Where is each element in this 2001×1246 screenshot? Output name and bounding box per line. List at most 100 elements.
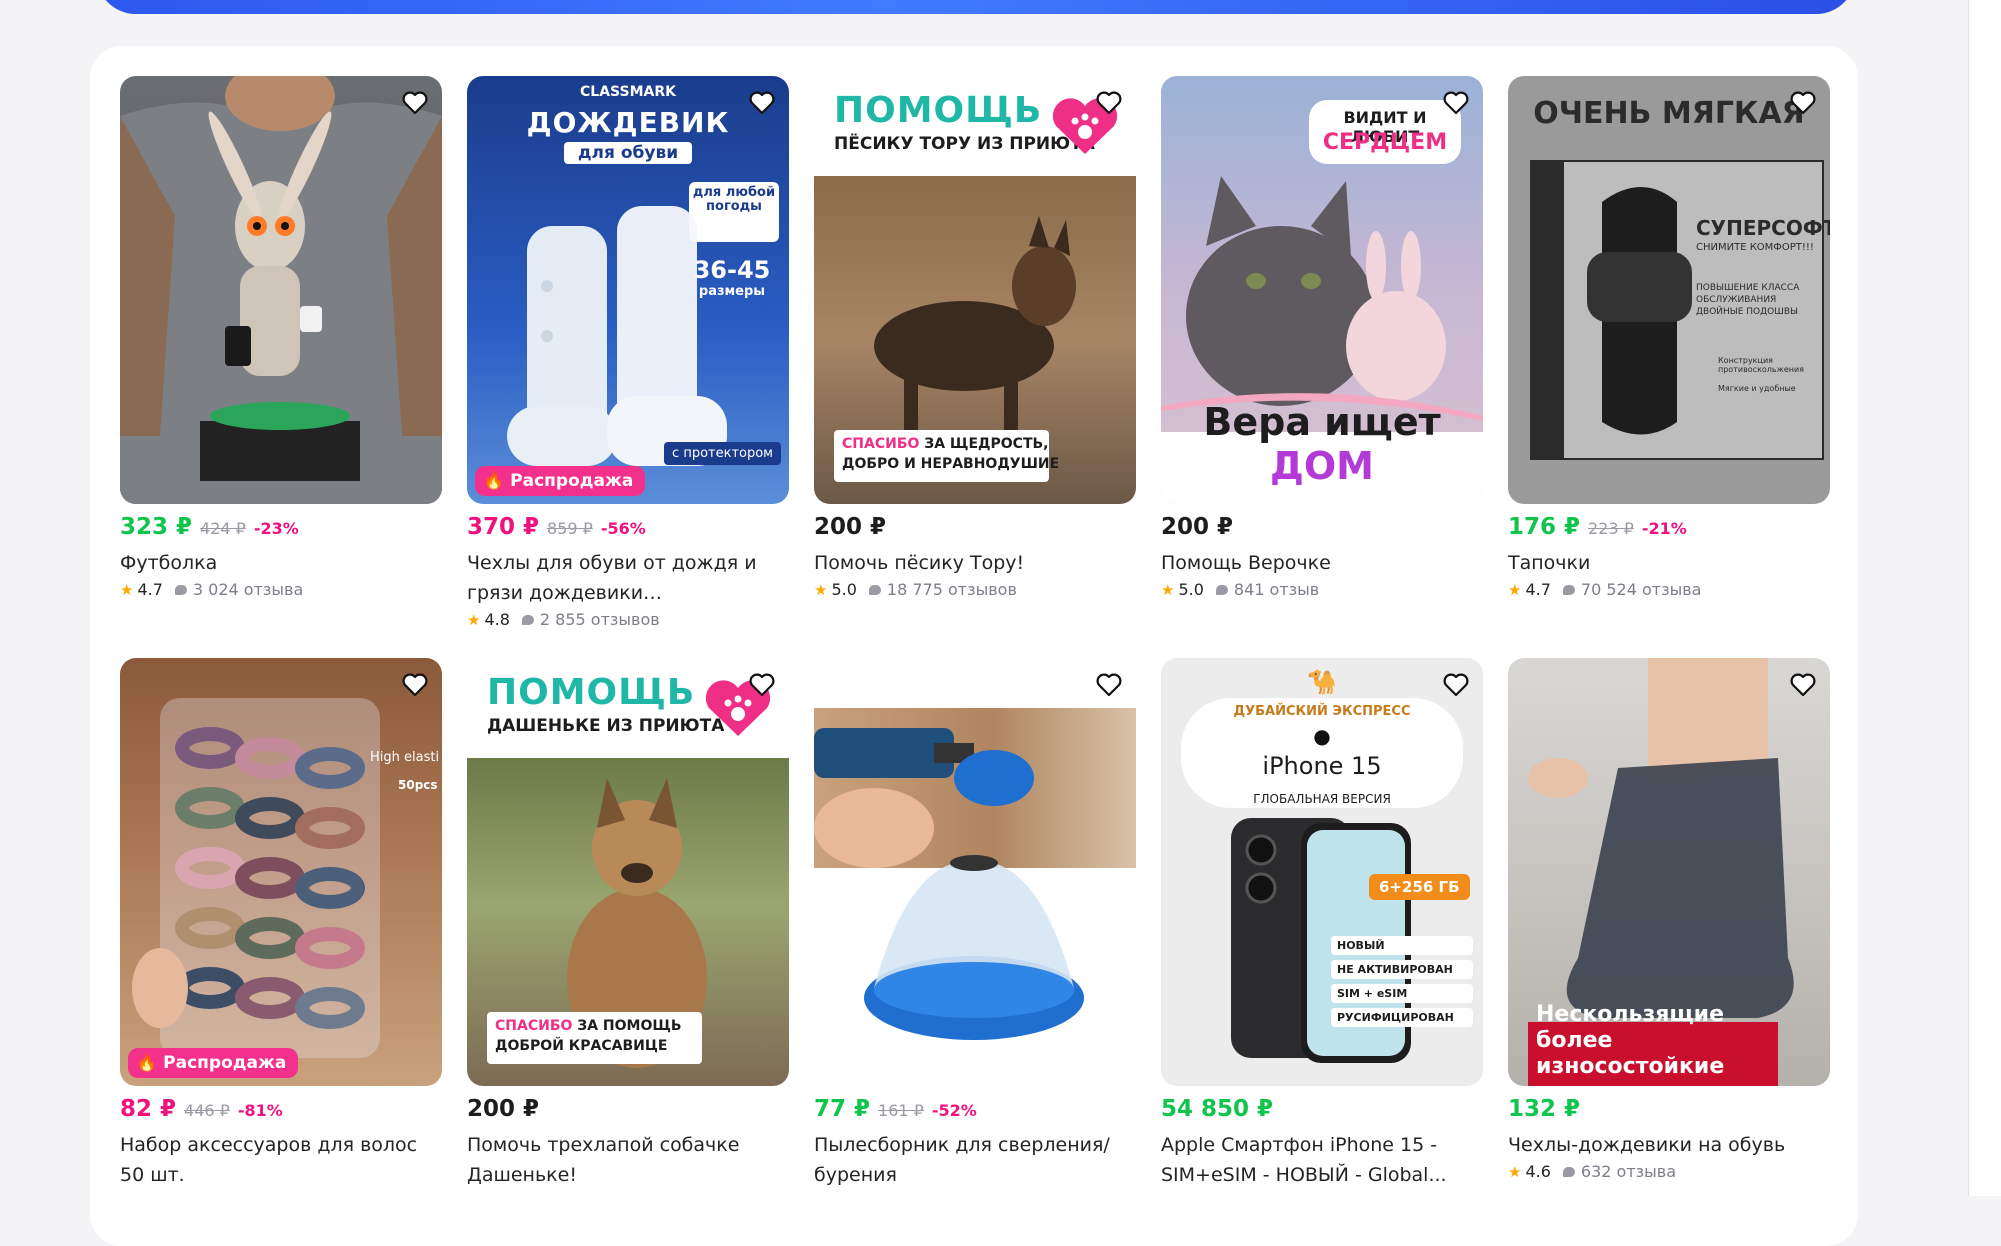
image-label-2: 50pcs	[398, 778, 438, 792]
product-image[interactable]: High elasti 50pcs 🔥 Распродажа	[120, 658, 442, 1086]
favorite-button[interactable]	[1439, 86, 1473, 120]
thanks-accent: СПАСИБО	[842, 436, 920, 452]
old-price: 424 ₽	[200, 519, 246, 538]
product-image[interactable]: ПОМОЩЬ ДАШЕНЬКЕ ИЗ ПРИЮТА СПАСИБО ЗА ПОМ…	[467, 658, 789, 1086]
old-price: 161 ₽	[878, 1101, 924, 1120]
thanks-line-2: ДОБРО И НЕРАВНОДУШИЕ	[842, 456, 1060, 472]
product-name[interactable]: Помощь Верочке	[1161, 548, 1483, 578]
favorite-button[interactable]	[1786, 86, 1820, 120]
heart-outline-icon	[1790, 673, 1816, 697]
boots-illustration	[507, 206, 727, 466]
dust-collector-illustration	[864, 855, 1084, 1040]
product-card[interactable]: ПОМОЩЬ ПЁСИКУ ТОРУ ИЗ ПРИЮТА СПАСИБО ЗА …	[814, 76, 1136, 599]
image-feature-1: НОВЫЙ	[1331, 936, 1473, 955]
price: 370 ₽	[467, 514, 540, 540]
star-icon: ★	[1161, 580, 1175, 599]
favorite-button[interactable]	[745, 86, 779, 120]
heart-outline-icon	[749, 91, 775, 115]
favorite-button[interactable]	[745, 668, 779, 702]
thanks-rest-1: ЗА ЩЕДРОСТЬ,	[924, 436, 1049, 452]
price-row: 77 ₽ 161 ₽ -52%	[814, 1096, 1136, 1126]
reviews-count: 70 524 отзыва	[1580, 580, 1702, 599]
star-icon: ★	[467, 610, 481, 629]
product-image[interactable]: CLASSMARK ДОЖДЕВИК для обуви для любой п…	[467, 76, 789, 504]
speech-bubble-icon	[1562, 1166, 1575, 1177]
old-price: 859 ₽	[547, 519, 593, 538]
image-feature-4: РУСИФИЦИРОВАН	[1331, 1008, 1473, 1027]
product-name[interactable]: Чехлы для обуви от дождя и грязи дождеви…	[467, 548, 789, 608]
product-card[interactable]: 🐪 ДУБАЙСКИЙ ЭКСПРЕСС ● iPhone 15 ГЛОБАЛЬ…	[1161, 658, 1483, 1190]
product-card[interactable]: Нескользящие более износостойкие 132 ₽ Ч…	[1508, 658, 1830, 1181]
old-price: 446 ₽	[184, 1101, 230, 1120]
image-line-2: СЕРДЦЕМ	[1322, 130, 1448, 155]
product-image[interactable]: 🐪 ДУБАЙСКИЙ ЭКСПРЕСС ● iPhone 15 ГЛОБАЛЬ…	[1161, 658, 1483, 1086]
product-image[interactable]	[814, 658, 1136, 1086]
product-name[interactable]: Помочь трехлапой собачке Дашеньке!	[467, 1130, 789, 1190]
discount: -21%	[1641, 519, 1687, 538]
price-row: 200 ₽	[1161, 514, 1483, 544]
product-image[interactable]: ПОМОЩЬ ПЁСИКУ ТОРУ ИЗ ПРИЮТА СПАСИБО ЗА …	[814, 76, 1136, 504]
product-image[interactable]: ОЧЕНЬ МЯГКАЯ СУПЕРСОФТ СНИМИТЕ КОМФОРТ!!…	[1508, 76, 1830, 504]
product-name[interactable]: Пылесборник для сверления/ бурения	[814, 1130, 1136, 1190]
heart-outline-icon	[1443, 673, 1469, 697]
price: 82 ₽	[120, 1096, 177, 1122]
heart-outline-icon	[1790, 91, 1816, 115]
product-name[interactable]: Набор аксессуаров для волос 50 шт.	[120, 1130, 442, 1190]
image-title: ПОМОЩЬ	[487, 672, 696, 713]
favorite-button[interactable]	[1439, 668, 1473, 702]
product-image[interactable]: ВИДИТ И ЛЮБИТ СЕРДЦЕМ Вера ищет ДОМ	[1161, 76, 1483, 504]
rating-row: ★ 4.6 632 отзыва	[1508, 1162, 1830, 1181]
product-card[interactable]: 77 ₽ 161 ₽ -52% Пылесборник для сверлени…	[814, 658, 1136, 1190]
image-feature-2: Конструкция противоскольжения	[1718, 356, 1804, 374]
product-card[interactable]: ОЧЕНЬ МЯГКАЯ СУПЕРСОФТ СНИМИТЕ КОМФОРТ!!…	[1508, 76, 1830, 599]
rating-value: 4.7	[137, 580, 163, 599]
heart-outline-icon	[1096, 91, 1122, 115]
product-image[interactable]	[120, 76, 442, 504]
favorite-button[interactable]	[1092, 668, 1126, 702]
product-card[interactable]: ПОМОЩЬ ДАШЕНЬКЕ ИЗ ПРИЮТА СПАСИБО ЗА ПОМ…	[467, 658, 789, 1190]
product-card[interactable]: ВИДИТ И ЛЮБИТ СЕРДЦЕМ Вера ищет ДОМ 200 …	[1161, 76, 1483, 599]
product-name[interactable]: Apple Смартфон iPhone 15 - SIM+eSIM - НО…	[1161, 1130, 1483, 1190]
flame-icon: 🔥	[136, 1053, 158, 1073]
price: 176 ₽	[1508, 514, 1581, 540]
product-name[interactable]: Тапочки	[1508, 548, 1830, 578]
price: 200 ₽	[467, 1096, 540, 1122]
rating-value: 5.0	[831, 580, 857, 599]
favorite-button[interactable]	[398, 86, 432, 120]
thanks-line-2: ДОБРОЙ КРАСАВИЦЕ	[495, 1038, 668, 1054]
favorite-button[interactable]	[398, 668, 432, 702]
product-image[interactable]: Нескользящие более износостойкие	[1508, 658, 1830, 1086]
price-row: 54 850 ₽	[1161, 1096, 1483, 1126]
price-row: 200 ₽	[814, 514, 1136, 544]
hair-ties-illustration	[132, 698, 380, 1058]
image-feature-3: Мягкие и удобные	[1718, 384, 1796, 393]
thanks-line-1: СПАСИБО ЗА ПОМОЩЬ	[495, 1018, 682, 1034]
speech-bubble-icon	[174, 584, 187, 595]
rating-row: ★ 5.0 841 отзыв	[1161, 580, 1483, 599]
price: 200 ₽	[814, 514, 887, 540]
star-icon: ★	[1508, 580, 1522, 599]
image-tagline: СНИМИТЕ КОМФОРТ!!!	[1696, 242, 1814, 253]
thanks-rest-1: ЗА ПОМОЩЬ	[577, 1018, 682, 1034]
product-card[interactable]: High elasti 50pcs 🔥 Распродажа 82 ₽ 446 …	[120, 658, 442, 1190]
product-feed: 323 ₽ 424 ₽ -23% Футболка ★ 4.7 3 024 от…	[90, 46, 1858, 1246]
price-row: 370 ₽ 859 ₽ -56%	[467, 514, 789, 544]
product-name[interactable]: Чехлы-дождевики на обувь	[1508, 1130, 1830, 1160]
product-name[interactable]: Помочь пёсику Тору!	[814, 548, 1136, 578]
favorite-button[interactable]	[1786, 668, 1820, 702]
rating-value: 4.8	[484, 610, 510, 629]
product-name[interactable]: Футболка	[120, 548, 442, 578]
image-title: ПОМОЩЬ	[834, 90, 1043, 131]
product-card[interactable]: 323 ₽ 424 ₽ -23% Футболка ★ 4.7 3 024 от…	[120, 76, 442, 599]
star-icon: ★	[1508, 1162, 1522, 1181]
favorite-button[interactable]	[1092, 86, 1126, 120]
promo-banner[interactable]	[96, 0, 1856, 14]
rating-row: ★ 4.7 70 524 отзыва	[1508, 580, 1830, 599]
heart-outline-icon	[402, 673, 428, 697]
sale-badge: 🔥 Распродажа	[128, 1048, 299, 1078]
image-brand: СУПЕРСОФТ	[1696, 216, 1830, 240]
image-feature-2: НЕ АКТИВИРОВАН	[1331, 960, 1473, 979]
sale-badge: 🔥 Распродажа	[475, 466, 646, 496]
product-card[interactable]: CLASSMARK ДОЖДЕВИК для обуви для любой п…	[467, 76, 789, 629]
price: 132 ₽	[1508, 1096, 1581, 1122]
